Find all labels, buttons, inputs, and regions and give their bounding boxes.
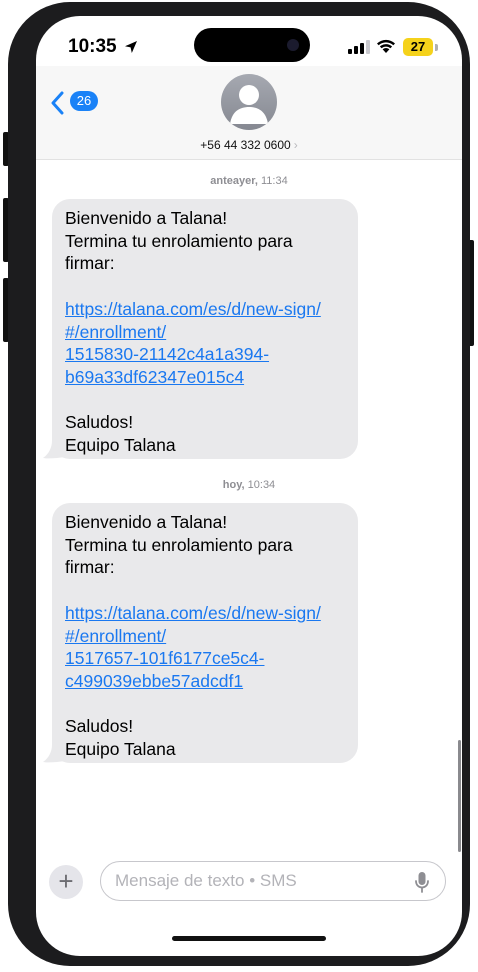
person-icon <box>230 85 268 124</box>
chevron-left-icon <box>51 91 64 115</box>
front-camera <box>287 39 299 51</box>
contact-number-text: +56 44 332 0600 <box>200 138 291 152</box>
bubble-tail <box>43 745 65 763</box>
message-text-line: firmar: <box>65 253 115 274</box>
message-text-line: Saludos! <box>65 716 134 737</box>
message-text-line: firmar: <box>65 557 115 578</box>
microphone-icon[interactable] <box>415 871 429 893</box>
message-text-line: Equipo Talana <box>65 739 176 759</box>
screen: 10:35 27 26 +56 44 332 0600 › anteayer, … <box>36 16 462 956</box>
unread-count-badge: 26 <box>70 91 98 111</box>
bubble-tail <box>43 441 65 459</box>
conversation-header: 26 +56 44 332 0600 › <box>36 66 462 160</box>
location-arrow-icon <box>125 41 137 53</box>
contact-number[interactable]: +56 44 332 0600 › <box>36 138 462 152</box>
dynamic-island <box>194 28 310 62</box>
scrollbar[interactable] <box>458 740 461 852</box>
message-text-line: Termina tu enrolamiento para <box>65 534 293 555</box>
message-text-line: Bienvenido a Talana! <box>65 512 228 532</box>
message-timestamp: anteayer, 11:34 <box>210 175 288 187</box>
status-time: 10:35 <box>68 36 117 57</box>
message-text-line: Termina tu enrolamiento para <box>65 230 293 251</box>
message-text-line: Equipo Talana <box>65 435 176 455</box>
wifi-icon <box>377 39 395 53</box>
phone-frame: 10:35 27 26 +56 44 332 0600 › anteayer, … <box>8 2 470 966</box>
message-bubble[interactable]: Bienvenido a Talana! Termina tu enrolami… <box>43 503 358 763</box>
back-button[interactable]: 26 <box>50 88 106 118</box>
contact-avatar[interactable] <box>221 74 277 130</box>
message-timestamp: hoy, 10:34 <box>222 479 276 491</box>
message-text-line: Saludos! <box>65 412 134 433</box>
message-text-line: Bienvenido a Talana! <box>65 208 228 228</box>
message-bubble[interactable]: Bienvenido a Talana! Termina tu enrolami… <box>43 199 358 459</box>
home-indicator[interactable] <box>172 936 326 941</box>
chevron-right-icon: › <box>293 138 298 152</box>
battery-cap <box>435 44 438 51</box>
add-attachment-button[interactable]: + <box>49 865 83 899</box>
message-input[interactable] <box>100 861 446 901</box>
enrollment-link[interactable]: https://talana.com/es/d/new-sign/ #/enro… <box>65 298 346 389</box>
cellular-signal-icon <box>348 40 370 54</box>
enrollment-link[interactable]: https://talana.com/es/d/new-sign/ #/enro… <box>65 602 346 693</box>
battery-indicator: 27 <box>403 38 433 56</box>
